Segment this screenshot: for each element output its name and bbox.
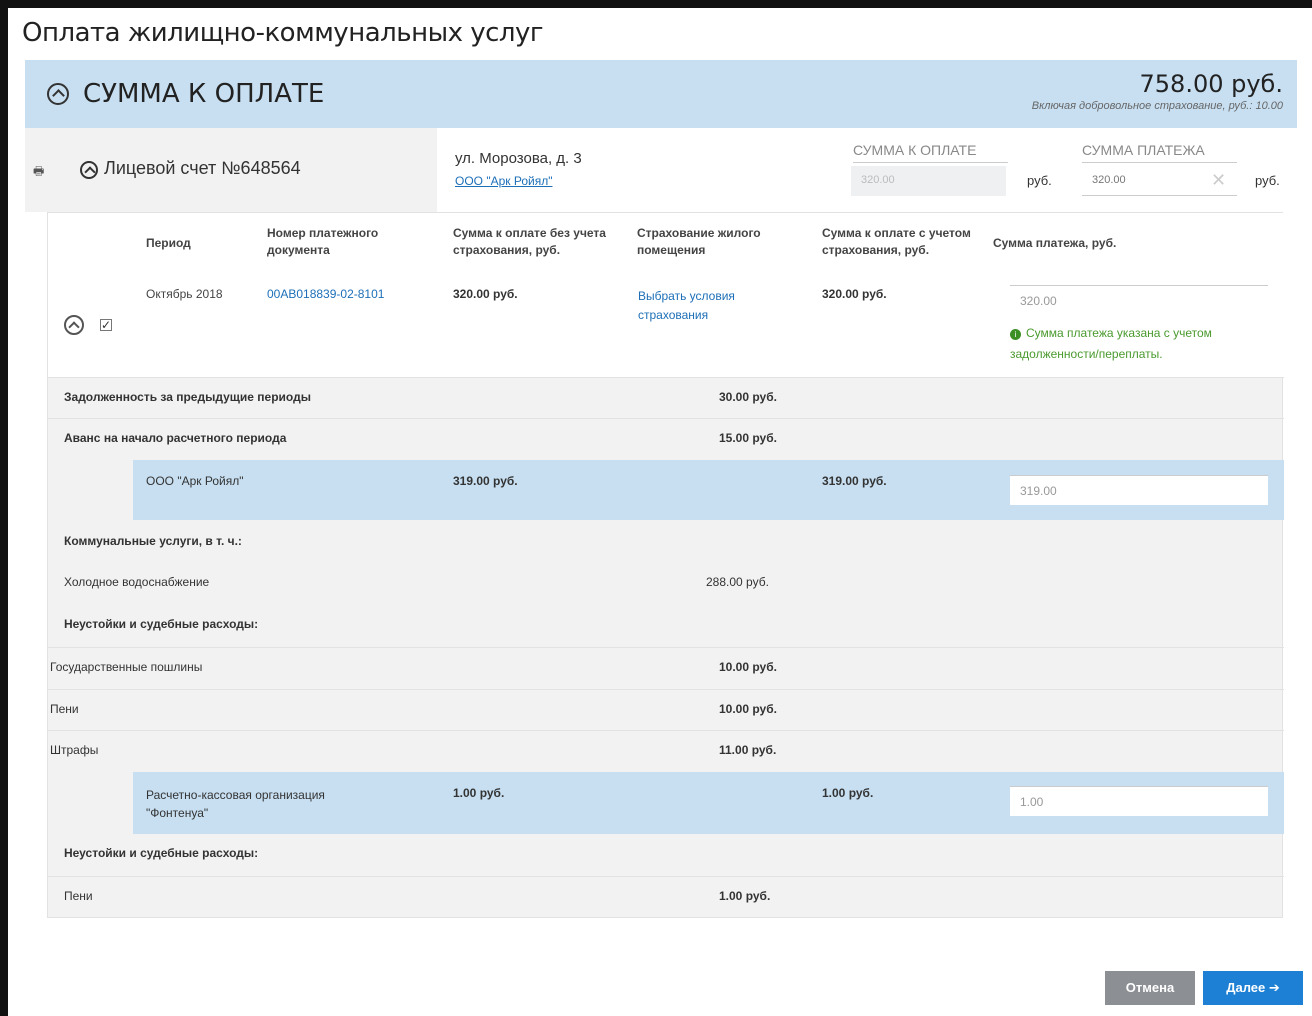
penalties-row: Неустойки и судебные расходы: [48,605,1284,645]
peni2-label: Пени [64,889,93,903]
summary-label: СУММА К ОПЛАТЕ [83,79,325,109]
cancel-button[interactable]: Отмена [1105,971,1195,1005]
provider-payment-input[interactable]: 1.00 [1010,786,1268,816]
provider-name: ООО "Арк Ройял" [146,474,244,488]
page-title: Оплата жилищно-коммунальных услуг [22,18,544,48]
payment-note-text: Сумма платежа указана с учетом задолженн… [1010,326,1212,361]
cold-water-label: Холодное водоснабжение [64,575,210,589]
cold-water-value: 288.00 руб. [706,575,769,589]
account-title: Лицевой счет №648564 [104,158,301,178]
table-row: ✓ Октябрь 2018 00АВ018839-02-8101 320.00… [48,273,1284,377]
advance-row: Аванс на начало расчетного периода 15.00… [48,418,1284,458]
utilities-label: Коммунальные услуги, в т. ч.: [64,534,242,548]
sum-no-ins-cell: 320.00 руб. [453,287,518,301]
fines-label: Штрафы [50,743,99,757]
account-row: 🖶 Лицевой счет №648564 ул. Морозова, д. … [25,128,1297,212]
fines-value: 11.00 руб. [719,743,777,757]
provider-sum-no-ins: 319.00 руб. [453,474,518,488]
peni-value: 10.00 руб. [719,702,777,716]
info-icon: i [1010,329,1021,340]
due-field: 320.00 [851,166,1006,196]
provider-name: Расчетно-кассовая организация "Фонтенуа" [146,788,325,820]
collapse-row-icon[interactable] [64,315,84,335]
peni2-row: Пени 1.00 руб. [48,876,1284,916]
pay-header: СУММА ПЛАТЕЖА [1082,142,1237,163]
table-header: Период Номер платежного документа Сумма … [48,213,1284,273]
debt-value: 30.00 руб. [719,390,777,404]
penalties2-row: Неустойки и судебные расходы: [48,834,1284,874]
due-header: СУММА К ОПЛАТЕ [853,142,1008,163]
clear-icon[interactable]: ✕ [1211,170,1226,191]
summary-insurance-note: Включая добровольное страхование, руб.: … [1031,100,1283,112]
duties-row: Государственные пошлины 10.00 руб. [48,647,1284,687]
col-sum-with-ins: Сумма к оплате с учетом страхования, руб… [822,226,971,257]
summary-bar[interactable]: СУММА К ОПЛАТЕ 758.00 руб. Включая добро… [25,60,1297,128]
peni-label: Пени [50,702,79,716]
account-org-link[interactable]: ООО "Арк Ройял" [455,174,552,188]
sum-with-ins-cell: 320.00 руб. [822,287,887,301]
col-period: Период [146,236,191,250]
duties-label: Государственные пошлины [50,660,203,674]
provider-row: ООО "Арк Ройял" 319.00 руб. 319.00 руб. … [133,460,1284,520]
peni-row: Пени 10.00 руб. [48,689,1284,729]
col-sum-no-ins: Сумма к оплате без учета страхования, ру… [453,226,606,257]
debt-row: Задолженность за предыдущие периоды 30.0… [48,377,1284,417]
duties-value: 10.00 руб. [719,660,777,674]
advance-value: 15.00 руб. [719,431,777,445]
doc-link[interactable]: 00АВ018839-02-8101 [267,287,384,301]
advance-label: Аванс на начало расчетного периода [64,431,287,445]
collapse-account-icon[interactable] [80,161,98,179]
penalties-label: Неустойки и судебные расходы: [64,617,259,631]
next-button[interactable]: Далее ➔ [1203,971,1303,1005]
pay-currency: руб. [1255,173,1280,188]
utilities-row: Коммунальные услуги, в т. ч.: [48,522,1284,562]
insurance-link[interactable]: Выбрать условия страхования [638,287,778,325]
provider-sum-with-ins: 319.00 руб. [822,474,887,488]
col-insurance: Страхование жилого помещения [637,226,761,257]
penalties2-label: Неустойки и судебные расходы: [64,846,259,860]
collapse-icon[interactable] [47,83,69,105]
row-checkbox[interactable]: ✓ [100,319,112,331]
payment-table: Период Номер платежного документа Сумма … [47,212,1284,918]
cold-water-row: Холодное водоснабжение 288.00 руб. [48,563,1284,603]
debt-label: Задолженность за предыдущие периоды [64,390,311,404]
period-cell: Октябрь 2018 [146,287,223,301]
print-icon[interactable]: 🖶 [33,162,44,183]
payment-input[interactable]: 320.00 [1010,285,1268,315]
provider-sum-no-ins: 1.00 руб. [453,786,505,800]
provider-payment-input[interactable]: 319.00 [1010,475,1268,505]
summary-total: 758.00 руб. [1139,70,1283,98]
provider-row: Расчетно-кассовая организация "Фонтенуа"… [133,772,1284,834]
peni2-value: 1.00 руб. [719,889,771,903]
payment-note: i Сумма платежа указана с учетом задолжен… [1010,323,1270,365]
col-doc: Номер платежного документа [267,226,379,257]
provider-sum-with-ins: 1.00 руб. [822,786,874,800]
account-address: ул. Морозова, д. 3 [455,150,582,167]
due-currency: руб. [1027,173,1052,188]
col-payment: Сумма платежа, руб. [993,236,1117,250]
fines-row: Штрафы 11.00 руб. [48,730,1284,770]
